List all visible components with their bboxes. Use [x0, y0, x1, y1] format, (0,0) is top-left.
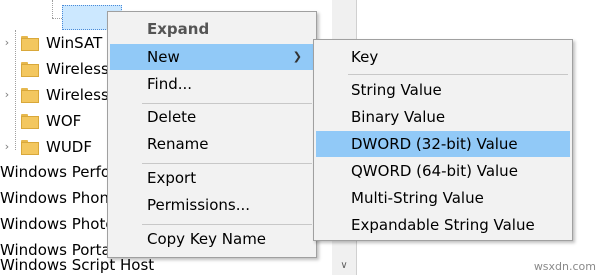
tree-item-label: WUDF [46, 138, 92, 156]
context-menu: Expand New ❯ Find... Delete Rename Expor… [107, 11, 317, 258]
tree-item-wudf[interactable]: › WUDF [0, 134, 107, 160]
new-submenu: Key String Value Binary Value DWORD (32-… [313, 39, 573, 241]
expand-chevron-icon[interactable]: › [2, 30, 12, 56]
tree-item-label: WOF [46, 112, 82, 130]
menu-separator [348, 74, 568, 75]
menu-item-expand[interactable]: Expand [110, 16, 314, 42]
tree-line [52, 0, 53, 18]
watermark: wsxdn.com [533, 260, 596, 273]
submenu-item-key[interactable]: Key [316, 44, 570, 70]
tree-item-label: Wireless[ [46, 60, 107, 78]
expand-chevron-icon[interactable]: › [2, 82, 12, 108]
tree-item-wireless-2[interactable]: › Wireless[ [0, 82, 107, 108]
menu-item-label: Permissions... [147, 196, 251, 214]
menu-item-copy-key-name[interactable]: Copy Key Name [110, 226, 314, 252]
menu-item-label: DWORD (32-bit) Value [351, 135, 518, 153]
menu-item-label: QWORD (64-bit) Value [351, 162, 518, 180]
menu-item-label: Key [351, 48, 379, 66]
tree-item-label: WinSAT [46, 34, 103, 52]
menu-item-label: Find... [147, 75, 193, 93]
menu-item-label: Expand [147, 20, 210, 38]
submenu-arrow-icon: ❯ [292, 50, 302, 63]
menu-item-new[interactable]: New ❯ [110, 44, 314, 70]
tree-item-label: Wireless[ [46, 86, 107, 104]
menu-item-delete[interactable]: Delete [110, 104, 314, 130]
expand-chevron-icon[interactable]: › [2, 134, 12, 160]
submenu-item-dword-value[interactable]: DWORD (32-bit) Value [316, 131, 570, 157]
menu-item-label: Delete [147, 108, 197, 126]
menu-item-rename[interactable]: Rename [110, 131, 314, 157]
folder-icon [21, 36, 39, 51]
folder-icon [21, 62, 39, 77]
menu-item-label: Multi-String Value [351, 189, 484, 207]
menu-separator [142, 163, 312, 164]
tree-item-label: Windows Phone [0, 189, 107, 207]
menu-item-export[interactable]: Export [110, 165, 314, 191]
menu-item-label: Rename [147, 135, 209, 153]
folder-icon [21, 88, 39, 103]
submenu-item-multi-string-value[interactable]: Multi-String Value [316, 185, 570, 211]
submenu-item-expandable-string-value[interactable]: Expandable String Value [316, 212, 570, 238]
tree-item-windows-performance[interactable]: Windows Perfor [0, 159, 107, 185]
menu-item-permissions[interactable]: Permissions... [110, 192, 314, 218]
submenu-item-string-value[interactable]: String Value [316, 77, 570, 103]
tree-item-label: Windows Photo [0, 215, 107, 233]
submenu-item-qword-value[interactable]: QWORD (64-bit) Value [316, 158, 570, 184]
menu-item-label: Export [147, 169, 197, 187]
tree-item-label: Windows Perfor [0, 163, 107, 181]
menu-separator [142, 224, 312, 225]
menu-item-label: Copy Key Name [147, 230, 267, 248]
menu-item-label: Expandable String Value [351, 216, 535, 234]
folder-icon [21, 114, 39, 129]
tree-item-windows-photo[interactable]: Windows Photo [0, 211, 107, 237]
tree-item-windows-phone[interactable]: Windows Phone [0, 185, 107, 211]
folder-icon [21, 140, 39, 155]
menu-item-label: String Value [351, 81, 442, 99]
menu-item-label: New [147, 48, 180, 66]
submenu-item-binary-value[interactable]: Binary Value [316, 104, 570, 130]
tree-item-winsat[interactable]: › WinSAT [0, 30, 107, 56]
menu-item-label: Binary Value [351, 108, 446, 126]
tree-item-wof[interactable]: WOF [0, 108, 107, 134]
menu-item-find[interactable]: Find... [110, 71, 314, 97]
tree-item-wireless-1[interactable]: Wireless[ [0, 56, 107, 82]
scroll-down-arrow-icon[interactable]: ∨ [332, 256, 356, 275]
